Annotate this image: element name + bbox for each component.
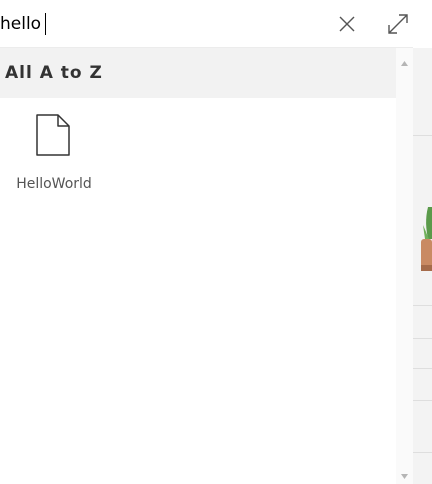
close-icon xyxy=(339,16,355,32)
expand-button[interactable] xyxy=(385,11,411,37)
scrollbar[interactable] xyxy=(396,48,413,484)
result-item[interactable]: HelloWorld xyxy=(0,106,108,198)
background-divider xyxy=(413,305,432,306)
search-bar xyxy=(0,0,413,48)
scroll-up-arrow[interactable] xyxy=(400,60,409,67)
background-divider xyxy=(413,135,432,136)
results-panel: All A to Z HelloWorld xyxy=(0,48,396,484)
result-label: HelloWorld xyxy=(16,176,92,192)
clear-search-button[interactable] xyxy=(334,11,360,37)
scroll-down-arrow[interactable] xyxy=(400,473,409,480)
background-divider xyxy=(413,452,432,453)
background-divider xyxy=(413,338,432,339)
group-header[interactable]: All A to Z xyxy=(0,48,396,98)
plant-image xyxy=(421,207,432,271)
expand-icon xyxy=(388,14,408,34)
group-title: All A to Z xyxy=(5,63,103,83)
file-icon xyxy=(36,114,70,156)
background-divider xyxy=(413,368,432,369)
background-divider xyxy=(413,400,432,401)
text-caret xyxy=(45,13,46,35)
